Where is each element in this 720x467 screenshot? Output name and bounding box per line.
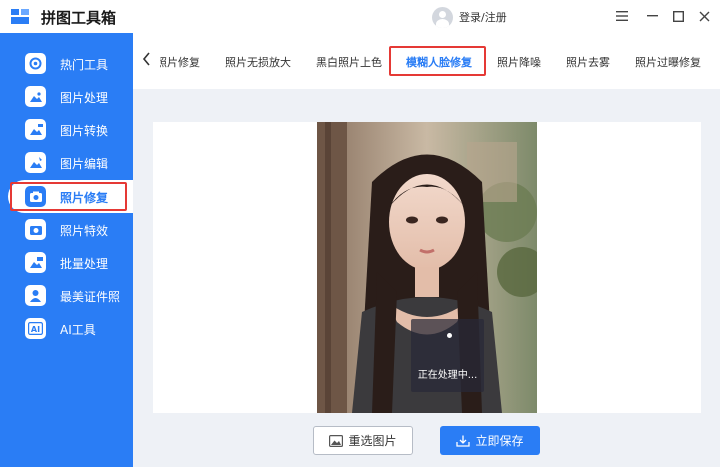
- chevron-left-icon[interactable]: [142, 51, 151, 70]
- sidebar-item-label: 图片转换: [60, 124, 109, 138]
- processing-text: 正在处理中...: [417, 370, 478, 381]
- tab-old-photo-repair[interactable]: 老照片修复: [160, 54, 200, 70]
- save-button[interactable]: 立即保存: [440, 426, 540, 455]
- image-process-icon: [25, 86, 46, 107]
- sidebar-item-image-edit[interactable]: 图片编辑: [0, 146, 133, 179]
- ai-tools-icon: AI: [25, 318, 46, 339]
- image-convert-icon: [25, 119, 46, 140]
- processing-overlay: 正在处理中...: [411, 319, 484, 392]
- sidebar-item-image-convert[interactable]: 图片转换: [0, 113, 133, 146]
- loading-spinner-icon: [447, 333, 452, 338]
- tab-lossless-upscale[interactable]: 照片无损放大: [225, 54, 291, 70]
- login-button[interactable]: 登录/注册: [432, 6, 507, 28]
- id-photo-icon: [25, 285, 46, 306]
- app-logo-icon: [11, 9, 29, 24]
- sidebar-item-batch-process[interactable]: 批量处理: [0, 246, 133, 279]
- menu-icon[interactable]: [613, 7, 631, 25]
- sidebar: 热门工具 图片处理 图片转换 图片编辑 照片修复 照片特效 批量处理 最美证件照…: [0, 33, 133, 467]
- minimize-icon[interactable]: [643, 7, 661, 25]
- reselect-image-button[interactable]: 重选图片: [313, 426, 413, 455]
- sidebar-item-label: 热门工具: [60, 58, 109, 72]
- sidebar-item-label: 照片特效: [60, 224, 109, 238]
- sidebar-item-label: 最美证件照: [60, 290, 121, 304]
- image-edit-icon: [25, 152, 46, 173]
- batch-process-icon: [25, 252, 46, 273]
- app-title: 拼图工具箱: [41, 9, 117, 27]
- maximize-icon[interactable]: [669, 7, 687, 25]
- avatar: [432, 6, 453, 28]
- image-icon: [329, 434, 344, 447]
- tab-bar: 老照片修复 照片无损放大 黑白照片上色 模糊人脸修复 照片降噪 照片去雾 照片过…: [133, 33, 720, 89]
- svg-text:AI: AI: [31, 325, 40, 334]
- sidebar-item-label: 图片处理: [60, 91, 109, 105]
- sidebar-item-photo-effects[interactable]: 照片特效: [0, 213, 133, 246]
- close-icon[interactable]: [695, 7, 713, 25]
- login-label: 登录/注册: [459, 11, 507, 24]
- main-area: 老照片修复 照片无损放大 黑白照片上色 模糊人脸修复 照片降噪 照片去雾 照片过…: [133, 33, 720, 467]
- preview-canvas: 正在处理中...: [153, 122, 701, 413]
- tab-overexposure-repair[interactable]: 照片过曝修复: [635, 54, 701, 70]
- photo-effects-icon: [25, 219, 46, 240]
- tab-dehaze[interactable]: 照片去雾: [566, 54, 610, 70]
- save-label: 立即保存: [475, 434, 524, 448]
- tab-bw-colorize[interactable]: 黑白照片上色: [316, 54, 382, 70]
- highlight-box: [10, 182, 127, 211]
- highlight-box: [389, 46, 486, 76]
- sidebar-item-label: AI工具: [60, 323, 96, 337]
- sidebar-item-label: 图片编辑: [60, 157, 109, 171]
- sidebar-item-hot-tools[interactable]: 热门工具: [0, 47, 133, 80]
- sidebar-item-label: 批量处理: [60, 257, 109, 271]
- title-bar: 拼图工具箱 登录/注册: [0, 0, 720, 33]
- sidebar-item-ai-tools[interactable]: AI AI工具: [0, 312, 133, 345]
- tab-denoise[interactable]: 照片降噪: [497, 54, 541, 70]
- hot-tools-icon: [25, 53, 46, 74]
- sidebar-item-id-photo[interactable]: 最美证件照: [0, 279, 133, 312]
- download-icon: [456, 435, 471, 447]
- reselect-label: 重选图片: [348, 434, 397, 448]
- sidebar-item-image-process[interactable]: 图片处理: [0, 80, 133, 113]
